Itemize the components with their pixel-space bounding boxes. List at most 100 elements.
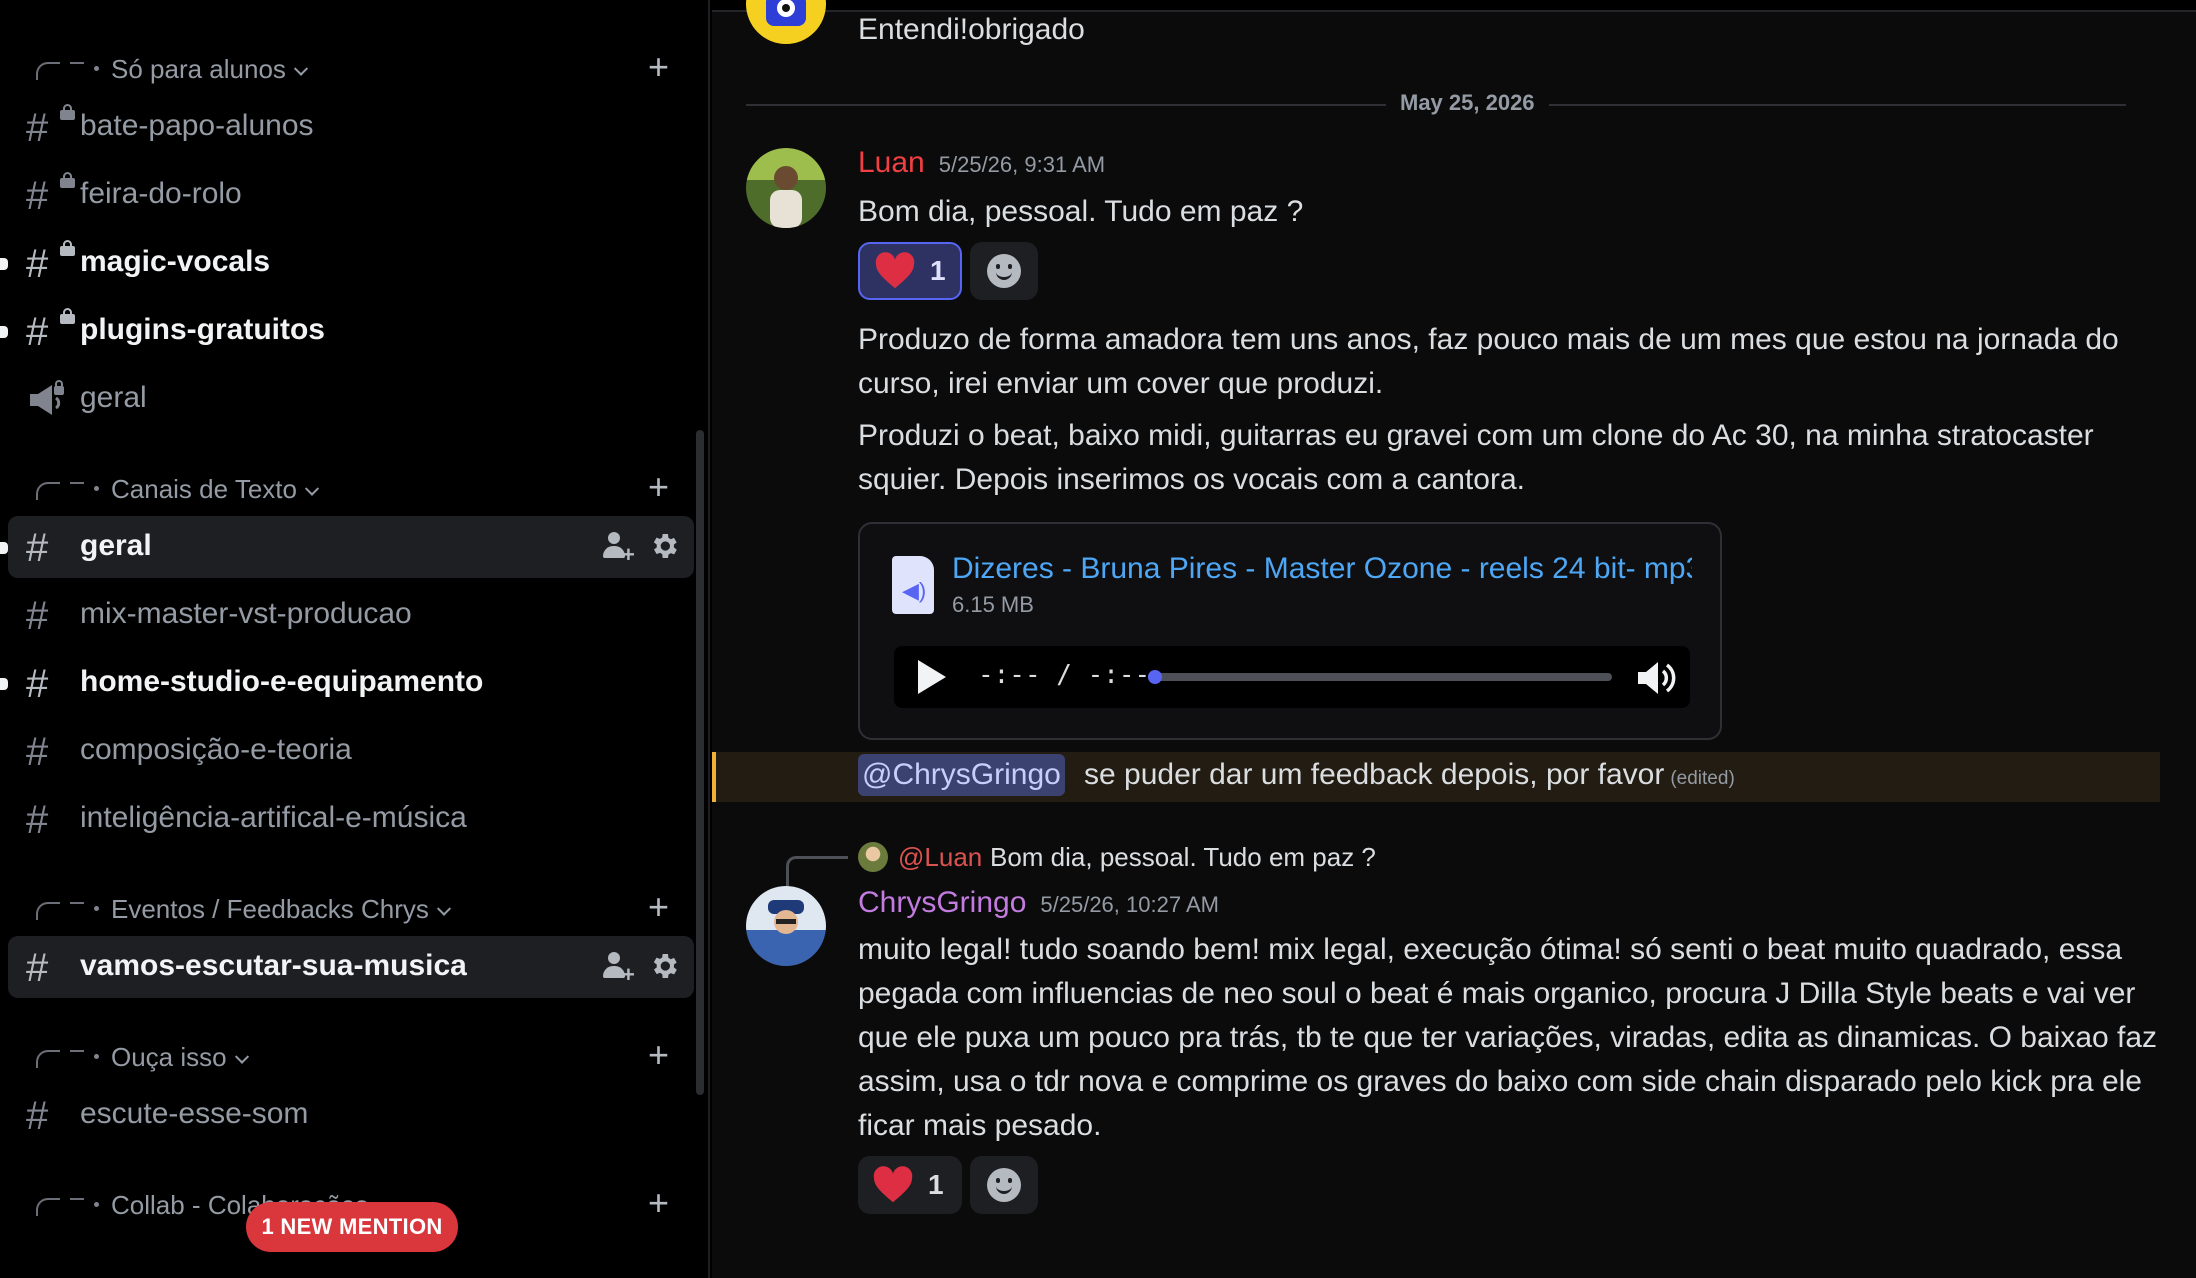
channel-vamos-escutar[interactable]: # vamos-escutar-sua-musica + [8, 936, 694, 998]
category-so-para-alunos[interactable]: Só para alunos + [0, 44, 700, 94]
channel-magic-vocals[interactable]: # magic-vocals [0, 232, 694, 294]
message-timestamp: 5/25/26, 9:31 AM [938, 152, 1106, 177]
channel-feira-do-rolo[interactable]: # feira-do-rolo [8, 164, 694, 226]
category-label: Canais de Texto [111, 474, 297, 504]
audio-time: -:-- / -:-- [978, 660, 1151, 690]
date-divider-label: May 25, 2026 [1386, 90, 1549, 116]
edited-tag: (edited) [1670, 768, 1735, 789]
channel-home-studio[interactable]: # home-studio-e-equipamento [0, 652, 694, 714]
channel-ia-musica[interactable]: # inteligência-artifical-e-música [8, 788, 694, 850]
unread-indicator [0, 326, 8, 338]
category-dot [94, 486, 99, 491]
user-mention[interactable]: @ChrysGringo [858, 754, 1065, 796]
sidebar-scrollbar[interactable] [696, 430, 704, 1095]
category-dot [94, 906, 99, 911]
audio-progress-track[interactable] [1148, 670, 1612, 684]
message-header: ChrysGringo 5/25/26, 10:27 AM [858, 886, 1219, 920]
reply-preview-text[interactable]: Bom dia, pessoal. Tudo em paz ? [990, 842, 1376, 873]
hash-icon: # [26, 946, 49, 990]
smile-icon [987, 254, 1021, 288]
add-channel-icon[interactable]: + [648, 1185, 669, 1221]
channel-label: geral [80, 381, 147, 414]
avatar[interactable] [746, 886, 826, 966]
message-text: muito legal! tudo soando bem! mix legal,… [858, 933, 2158, 1142]
gear-icon[interactable] [648, 530, 680, 562]
channel-escute-esse-som[interactable]: # escute-esse-som [8, 1084, 694, 1146]
locked-hash-icon: # [26, 104, 75, 148]
audio-attachment: ◀) Dizeres - Bruna Pires - Master Ozone … [858, 522, 1722, 740]
smile-icon [987, 1168, 1021, 1202]
channel-label: vamos-escutar-sua-musica [80, 949, 467, 982]
mention-highlight-row: @ChrysGringo se puder dar um feedback de… [712, 752, 2160, 802]
category-branch-line [36, 902, 84, 920]
reply-spine [786, 856, 848, 886]
channel-label: plugins-gratuitos [80, 313, 325, 346]
category-branch-line [36, 482, 84, 500]
locked-hash-icon: # [26, 240, 75, 284]
heart-reaction[interactable]: 1 [858, 1156, 962, 1214]
play-icon[interactable] [918, 660, 946, 694]
add-channel-icon[interactable]: + [648, 889, 669, 925]
channel-mix-master[interactable]: # mix-master-vst-producao [8, 584, 694, 646]
message-text: Bom dia, pessoal. Tudo em paz ? [858, 195, 1304, 228]
date-divider: May 25, 2026 [746, 90, 2126, 116]
heart-reaction[interactable]: 1 [858, 242, 962, 300]
reply-author[interactable]: @Luan [898, 842, 982, 873]
audio-progress-thumb[interactable] [1148, 670, 1162, 684]
locked-hash-icon: # [26, 308, 75, 352]
add-channel-icon[interactable]: + [648, 1037, 669, 1073]
channel-sidebar: Só para alunos + # bate-papo-alunos # fe… [0, 0, 710, 1278]
category-dot [94, 1054, 99, 1059]
channel-plugins-gratuitos[interactable]: # plugins-gratuitos [0, 300, 694, 362]
reaction-count: 1 [930, 255, 946, 286]
channel-geral[interactable]: # geral + [0, 516, 694, 578]
add-channel-icon[interactable]: + [648, 49, 669, 85]
category-label: Eventos / Feedbacks Chrys [111, 894, 429, 924]
channel-composicao[interactable]: # composição-e-teoria [8, 720, 694, 782]
hash-icon: # [26, 662, 49, 706]
create-invite-icon[interactable]: + [602, 530, 635, 566]
category-label: Só para alunos [111, 54, 286, 84]
category-canais-de-texto[interactable]: Canais de Texto + [0, 464, 700, 514]
hash-icon: # [26, 526, 49, 570]
create-invite-icon[interactable]: + [602, 950, 635, 986]
category-eventos-feedbacks[interactable]: Eventos / Feedbacks Chrys + [0, 884, 700, 934]
channel-label: feira-do-rolo [80, 177, 242, 210]
announcement-locked-icon [26, 380, 66, 420]
add-reaction-button[interactable] [970, 1156, 1038, 1214]
audio-file-icon: ◀) [892, 556, 934, 614]
hash-icon: # [26, 730, 49, 774]
chevron-down-icon [436, 901, 451, 916]
message-author[interactable]: ChrysGringo [858, 886, 1026, 919]
avatar[interactable] [746, 148, 826, 228]
attachment-filesize: 6.15 MB [952, 592, 1034, 617]
attachment-filename[interactable]: Dizeres - Bruna Pires - Master Ozone - r… [952, 552, 1692, 586]
channel-label: composição-e-teoria [80, 733, 352, 766]
message-author[interactable]: Luan [858, 146, 925, 179]
chevron-down-icon [293, 61, 308, 76]
channel-label: geral [80, 529, 152, 562]
avatar[interactable] [746, 0, 826, 44]
hash-icon: # [26, 1094, 49, 1138]
channel-label: mix-master-vst-producao [80, 597, 412, 630]
new-mention-pill[interactable]: 1 NEW MENTION [246, 1202, 458, 1252]
message-timestamp: 5/25/26, 10:27 AM [1040, 892, 1219, 917]
channel-label: bate-papo-alunos [80, 109, 314, 142]
hash-icon: # [26, 594, 49, 638]
chevron-down-icon [304, 481, 320, 496]
gear-icon[interactable] [648, 950, 680, 982]
message-text: se puder dar um feedback depois, por fav… [1084, 758, 1665, 791]
channel-label: escute-esse-som [80, 1097, 309, 1130]
add-reaction-button[interactable] [970, 242, 1038, 300]
category-dot [94, 66, 99, 71]
category-label: Ouça isso [111, 1042, 227, 1072]
category-ouca-isso[interactable]: Ouça isso + [0, 1032, 700, 1082]
category-branch-line [36, 62, 84, 80]
heart-icon [873, 1166, 913, 1203]
volume-icon[interactable] [1634, 658, 1678, 698]
reply-avatar [858, 842, 888, 872]
unread-indicator [0, 542, 8, 554]
channel-geral-announcements[interactable]: geral [8, 368, 694, 430]
channel-bate-papo-alunos[interactable]: # bate-papo-alunos [8, 96, 694, 158]
add-channel-icon[interactable]: + [648, 469, 669, 505]
